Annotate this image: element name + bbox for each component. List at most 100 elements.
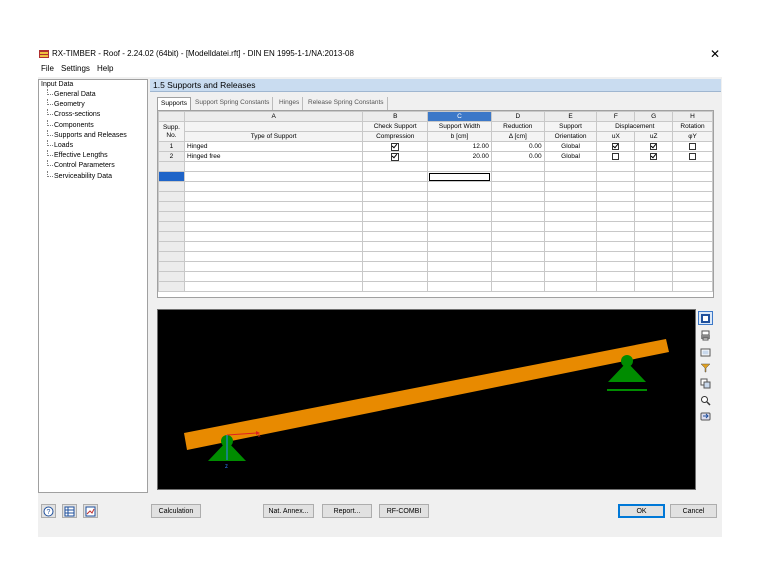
empty-cell[interactable]: [596, 281, 636, 292]
ux-checkbox[interactable]: [612, 152, 620, 160]
empty-cell[interactable]: [596, 241, 636, 252]
empty-cell[interactable]: [362, 271, 429, 282]
phi-y-checkbox[interactable]: [689, 142, 697, 150]
report-button[interactable]: Report...: [322, 504, 372, 518]
cell-type-of-support[interactable]: Hinged: [183, 141, 364, 152]
row-number[interactable]: [158, 231, 185, 242]
empty-cell[interactable]: [672, 171, 713, 182]
empty-cell[interactable]: [362, 181, 429, 192]
row-number[interactable]: [158, 251, 185, 262]
row-number[interactable]: [158, 211, 185, 222]
tab-hinges[interactable]: Hinges: [276, 97, 304, 110]
col-letter-c[interactable]: C: [427, 111, 492, 122]
empty-cell[interactable]: [634, 271, 674, 282]
empty-cell[interactable]: [634, 181, 674, 192]
col-letter-f[interactable]: F: [596, 111, 636, 122]
row-number[interactable]: [158, 191, 185, 202]
empty-cell[interactable]: [427, 241, 492, 252]
empty-cell[interactable]: [596, 171, 636, 182]
nav-item-effective-lengths[interactable]: Effective Lengths: [54, 152, 108, 159]
empty-cell[interactable]: [672, 221, 713, 232]
phi-y-checkbox[interactable]: [689, 152, 697, 160]
empty-cell[interactable]: [634, 281, 674, 292]
col-letter-h[interactable]: H: [672, 111, 713, 122]
empty-cell[interactable]: [634, 201, 674, 212]
check-compression-checkbox[interactable]: [391, 152, 400, 161]
row-number[interactable]: [158, 181, 185, 192]
col-letter-g[interactable]: G: [634, 111, 674, 122]
empty-cell[interactable]: [183, 241, 364, 252]
empty-cell[interactable]: [490, 231, 545, 242]
structure-graphic[interactable]: xz: [157, 309, 696, 490]
empty-cell[interactable]: [634, 261, 674, 272]
empty-cell[interactable]: [596, 261, 636, 272]
empty-cell[interactable]: [596, 201, 636, 212]
cancel-button[interactable]: Cancel: [670, 504, 717, 518]
empty-cell[interactable]: [490, 281, 545, 292]
empty-cell[interactable]: [427, 251, 492, 262]
empty-cell[interactable]: [183, 281, 364, 292]
empty-cell[interactable]: [362, 281, 429, 292]
nav-item-supports-and-releases[interactable]: Supports and Releases: [54, 132, 127, 139]
empty-cell[interactable]: [634, 161, 674, 172]
nav-item-components[interactable]: Components: [54, 122, 94, 129]
calculation-button[interactable]: Calculation: [151, 504, 201, 518]
empty-cell[interactable]: [362, 191, 429, 202]
empty-cell[interactable]: [362, 241, 429, 252]
empty-cell[interactable]: [543, 201, 598, 212]
empty-cell[interactable]: [183, 171, 364, 182]
cell-reduction[interactable]: 0.00: [490, 141, 545, 152]
empty-cell[interactable]: [362, 231, 429, 242]
empty-cell[interactable]: [362, 251, 429, 262]
empty-cell[interactable]: [490, 221, 545, 232]
cell-ux[interactable]: [596, 141, 636, 152]
empty-cell[interactable]: [596, 161, 636, 172]
cell-check-compression[interactable]: [362, 141, 429, 152]
empty-cell[interactable]: [427, 281, 492, 292]
cell-support-width[interactable]: 12.00: [427, 141, 492, 152]
ux-checkbox[interactable]: [612, 142, 620, 150]
empty-cell[interactable]: [634, 241, 674, 252]
empty-cell[interactable]: [543, 171, 598, 182]
empty-cell[interactable]: [183, 211, 364, 222]
empty-cell[interactable]: [427, 271, 492, 282]
empty-cell[interactable]: [634, 231, 674, 242]
empty-cell[interactable]: [490, 181, 545, 192]
empty-cell[interactable]: [427, 191, 492, 202]
empty-cell[interactable]: [362, 161, 429, 172]
print-button[interactable]: [698, 328, 713, 342]
empty-cell[interactable]: [543, 281, 598, 292]
empty-cell[interactable]: [634, 171, 674, 182]
empty-cell[interactable]: [596, 181, 636, 192]
empty-cell[interactable]: [183, 201, 364, 212]
empty-cell[interactable]: [543, 241, 598, 252]
menu-file[interactable]: File: [41, 64, 54, 73]
empty-cell[interactable]: [634, 221, 674, 232]
empty-cell[interactable]: [596, 231, 636, 242]
empty-cell[interactable]: [183, 271, 364, 282]
empty-cell[interactable]: [543, 261, 598, 272]
rf-combi-button[interactable]: RF-COMBI: [379, 504, 429, 518]
row-number[interactable]: 2: [158, 151, 185, 162]
empty-cell[interactable]: [427, 201, 492, 212]
empty-cell[interactable]: [672, 231, 713, 242]
zoom-button[interactable]: [698, 393, 713, 407]
empty-cell[interactable]: [672, 251, 713, 262]
empty-cell[interactable]: [183, 181, 364, 192]
col-letter-a[interactable]: A: [183, 111, 364, 122]
nat-annex-button[interactable]: Nat. Annex...: [263, 504, 314, 518]
empty-cell[interactable]: [543, 221, 598, 232]
empty-cell[interactable]: [672, 261, 713, 272]
nav-root-input-data[interactable]: Input Data: [41, 81, 73, 88]
nav-item-loads[interactable]: Loads: [54, 142, 73, 149]
empty-cell[interactable]: [596, 191, 636, 202]
empty-cell[interactable]: [543, 181, 598, 192]
row-number[interactable]: [158, 241, 185, 252]
menu-settings[interactable]: Settings: [61, 64, 90, 73]
tab-support-spring-constants[interactable]: Support Spring Constants: [192, 97, 274, 110]
empty-cell[interactable]: [362, 211, 429, 222]
row-number[interactable]: [158, 171, 185, 182]
empty-cell[interactable]: [672, 281, 713, 292]
empty-cell[interactable]: [183, 221, 364, 232]
empty-cell[interactable]: [672, 211, 713, 222]
